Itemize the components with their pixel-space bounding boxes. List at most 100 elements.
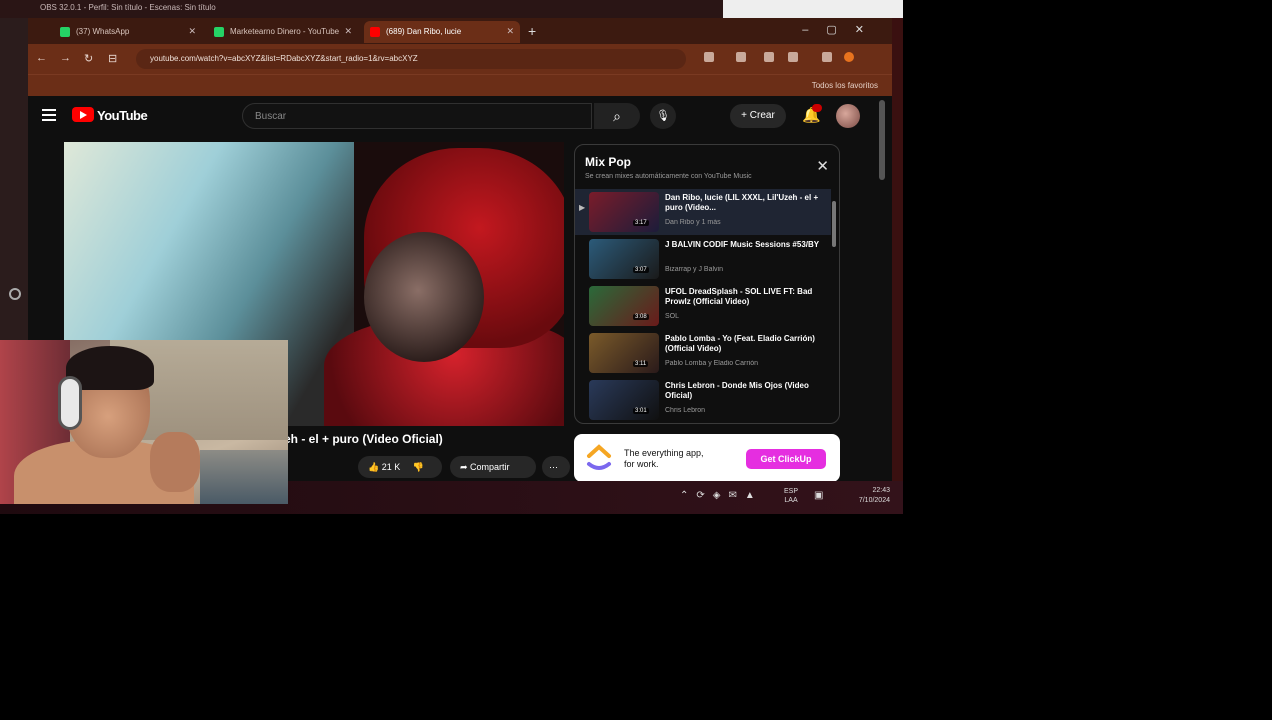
extension-icon[interactable] [736,52,746,62]
window-title: OBS 32.0.1 - Perfil: Sin título - Escena… [40,3,216,12]
tab-label: (37) WhatsApp [76,27,130,36]
create-label: Crear [749,110,775,121]
search-icon[interactable]: ⌕ [594,103,640,129]
item-title: Chris Lebron - Donde Mis Ojos (Video Ofi… [665,381,809,400]
item-channel: Pablo Lomba y Eladio Carrión [665,360,758,367]
video-title: eh - el + puro (Video Oficial) [284,432,443,446]
video-thumbnail [589,333,659,373]
tab-youtube-active[interactable]: (689) Dan Ribo, lucie ✕ [364,21,520,43]
duration: 3:08 [633,314,649,320]
close-icon[interactable]: ✕ [816,157,829,175]
item-title: Pablo Lomba - Yo (Feat. Eladio Carrión) … [665,334,815,353]
share-label: Compartir [470,462,510,472]
item-title: J BALVIN CODIF Music Sessions #53/BY [665,240,820,249]
video-thumbnail [589,380,659,420]
thumbs-down-icon[interactable]: 👎 [413,462,424,472]
headphones-icon [58,376,82,430]
now-playing-icon: ▶ [579,203,586,212]
clickup-logo-icon [587,444,611,470]
item-channel: SOL [665,313,680,320]
clock-date: 7/10/2024 [858,497,890,504]
extension-icon[interactable] [704,52,714,62]
tab-marketearno[interactable]: Marketearno Dinero - YouTube ✕ [208,21,358,43]
mix-playlist-panel: Mix Pop Se crean mixes automáticamente c… [574,144,840,424]
address-bar[interactable]: youtube.com/watch?v=abcXYZ&list=RDabcXYZ… [136,49,686,69]
video-frame-face [364,232,484,362]
like-button[interactable]: 👍 21 K 👎 [358,456,442,478]
mix-scrollbar[interactable] [832,201,836,247]
webcam-person-hand [150,432,200,492]
duration: 3:07 [633,267,649,273]
thumbs-up-icon: 👍 [368,462,380,472]
avatar[interactable] [836,104,860,128]
tab-whatsapp[interactable]: (37) WhatsApp ✕ [54,21,202,43]
clock-time: 22:43 [872,487,890,494]
list-item[interactable]: 3:11 Pablo Lomba - Yo (Feat. Eladio Carr… [575,330,831,376]
close-tab-icon[interactable]: ✕ [344,26,352,37]
site-info-icon[interactable]: ⊟ [108,52,117,65]
mix-title: Mix Pop [585,155,632,169]
webcam-background-shelf [200,450,288,504]
youtube-logo-icon[interactable] [72,107,94,122]
close-tab-icon[interactable]: ✕ [506,26,514,37]
notification-badge [812,104,822,112]
close-tab-icon[interactable]: ✕ [188,26,196,37]
tab-bar: (37) WhatsApp ✕ Marketearno Dinero - You… [28,18,892,44]
whatsapp-icon [60,27,70,37]
bookmarks-bar: Todos los favoritos [28,74,892,96]
tab-label: (689) Dan Ribo, lucie [386,27,462,36]
youtube-logo-text[interactable]: YouTube [97,108,148,123]
system-tray-icons[interactable]: ⌃⟳◈✉▲ [680,490,763,501]
duration: 3:11 [633,361,649,367]
item-title: Dan Ribo, lucie (LIL XXXL, Lil'Uzeh - el… [665,193,819,212]
reload-icon[interactable]: ↻ [84,52,93,65]
more-actions-button[interactable]: ⋯ [542,456,570,478]
search-input[interactable]: Buscar [242,103,592,129]
browser-toolbar: ← → ↻ ⊟ youtube.com/watch?v=abcXYZ&list=… [28,44,892,74]
youtube-icon [370,27,380,37]
microphone-icon[interactable]: 🎙 [650,103,676,129]
item-channel: Bizarrap y J Balvin [665,266,723,273]
list-item[interactable]: 3:08 UFOL DreadSplash - SOL LIVE FT: Bad… [575,283,831,329]
ad-text: The everything app, for work. [624,448,704,469]
video-thumbnail [589,286,659,326]
window-controls[interactable]: –▢✕ [802,23,882,36]
video-thumbnail [589,192,659,232]
keyboard-language[interactable]: ESP LAA [784,487,798,505]
volume-icon[interactable]: ▣ [814,490,823,501]
profile-icon[interactable] [844,52,854,62]
like-count: 21 K [381,462,401,472]
webcam-overlay [0,340,288,504]
duration: 3:17 [633,220,649,226]
back-arrow-icon[interactable]: ← [36,52,47,64]
app-title-strip: OBS 32.0.1 - Perfil: Sin título - Escena… [0,0,903,18]
item-channel: Dan Ribo y 1 más [665,219,721,226]
title-strip-blank [723,0,903,18]
list-item[interactable]: 3:01 Chris Lebron - Donde Mis Ojos (Vide… [575,377,831,423]
page-scrollbar[interactable] [879,100,885,180]
list-item[interactable]: ▶ 3:17 Dan Ribo, lucie (LIL XXXL, Lil'Uz… [575,189,831,235]
extension-icon[interactable] [764,52,774,62]
circle-icon[interactable] [9,288,21,300]
hamburger-menu-icon[interactable] [42,109,56,121]
create-button[interactable]: + Crear [730,104,786,128]
extension-icon[interactable] [822,52,832,62]
list-item[interactable]: 3:07 J BALVIN CODIF Music Sessions #53/B… [575,236,831,282]
ad-cta-button[interactable]: Get ClickUp [746,449,826,469]
forward-arrow-icon[interactable]: → [60,52,71,64]
extension-icon[interactable] [788,52,798,62]
duration: 3:01 [633,408,649,414]
lang-bottom: LAA [784,497,798,504]
youtube-masthead: YouTube Buscar ⌕ 🎙 + Crear 🔔 [28,96,892,136]
share-button[interactable]: ➦ Compartir [450,456,536,478]
item-channel: Chris Lebron [665,407,706,414]
video-thumbnail [589,239,659,279]
mix-subtitle: Se crean mixes automáticamente con YouTu… [585,173,752,180]
whatsapp-icon [214,27,224,37]
all-bookmarks[interactable]: Todos los favoritos [812,81,878,90]
sponsored-ad[interactable]: The everything app, for work. Get ClickU… [574,434,840,481]
desktop-screen: OBS 32.0.1 - Perfil: Sin título - Escena… [0,0,903,514]
taskbar-clock[interactable]: 22:43 7/10/2024 [850,486,890,506]
item-title: UFOL DreadSplash - SOL LIVE FT: Bad Prow… [665,287,813,306]
new-tab-button[interactable]: + [528,23,536,39]
